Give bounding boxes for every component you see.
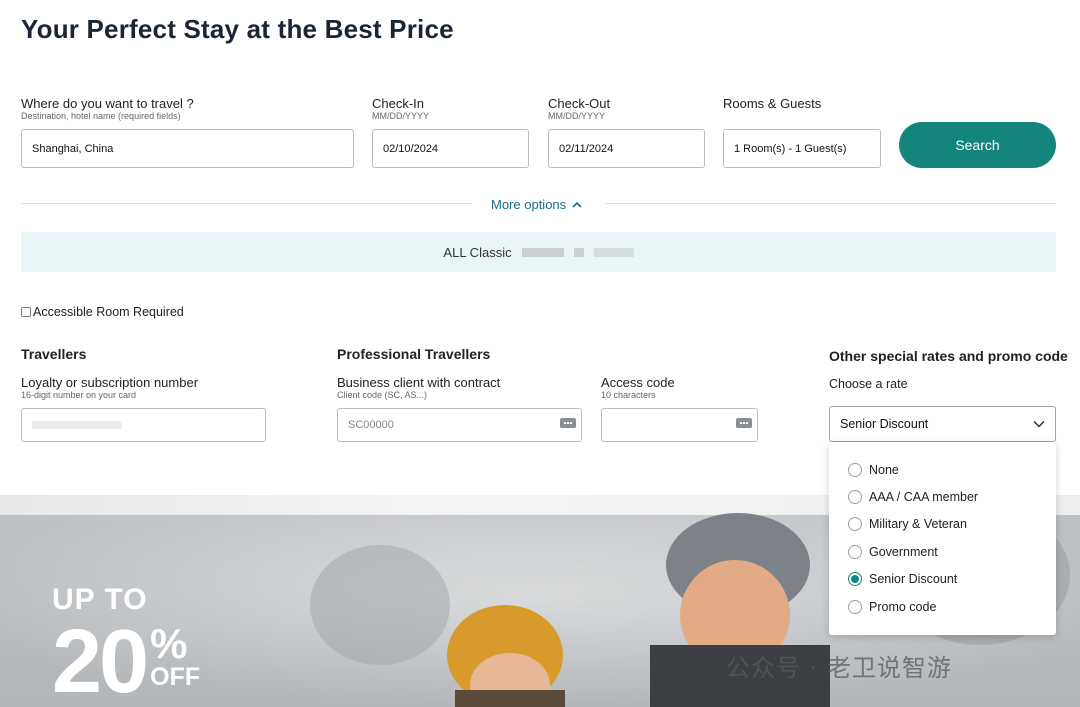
rate-option-senior[interactable]: Senior Discount [829, 566, 1056, 593]
loyalty-label: Loyalty or subscription number [21, 375, 199, 390]
business-client-sublabel: Client code (SC, AS...) [337, 390, 428, 400]
rate-option-government[interactable]: Government [829, 538, 1056, 565]
page-title: Your Perfect Stay at the Best Price [21, 14, 454, 44]
radio-button-checked[interactable] [848, 572, 862, 587]
classic-label: ALL Classic [443, 244, 512, 260]
redacted-text [521, 247, 564, 257]
checkout-sublabel: MM/DD/YYYY [548, 111, 606, 121]
loyalty-sublabel: 16-digit number on your card [21, 390, 137, 400]
destination-label: Where do you want to travel ? [21, 96, 194, 111]
rate-option-label: Promo code [869, 599, 937, 614]
redacted-text [32, 421, 122, 429]
checkout-date-input[interactable]: 02/11/2024 [548, 129, 705, 168]
checkbox[interactable] [21, 307, 31, 317]
more-options-toggle[interactable]: More options [491, 197, 582, 212]
destination-sublabel: Destination, hotel name (required fields… [21, 111, 181, 121]
rate-option-none[interactable]: None [829, 456, 1056, 483]
promo-text: UP TO 20 % OFF [52, 583, 200, 707]
business-client-label: Business client with contract [337, 375, 501, 390]
travellers-heading: Travellers [21, 346, 87, 362]
radio-button[interactable] [848, 462, 862, 477]
rate-select[interactable]: Senior Discount [829, 406, 1056, 442]
rate-option-promo-code[interactable]: Promo code [829, 593, 1056, 620]
divider-right [605, 203, 1056, 204]
rate-option-label: Military & Veteran [869, 517, 967, 532]
rate-select-value: Senior Discount [840, 417, 929, 431]
destination-input[interactable]: Shanghai, China [21, 129, 354, 168]
classic-membership-bar: ALL Classic [21, 232, 1056, 272]
loyalty-number-input[interactable] [21, 408, 266, 442]
radio-button[interactable] [848, 517, 862, 532]
watermark: 公众号 · 老卫说智游 [726, 654, 952, 682]
rate-option-label: None [869, 462, 899, 477]
redacted-text [573, 247, 584, 257]
chevron-up-icon [572, 201, 582, 208]
checkin-label: Check-In [372, 96, 425, 111]
rooms-guests-input[interactable]: 1 Room(s) - 1 Guest(s) [723, 129, 881, 168]
radio-button[interactable] [848, 599, 862, 614]
rate-option-label: AAA / CAA member [869, 490, 979, 505]
access-code-sublabel: 10 characters [601, 390, 656, 400]
business-client-input[interactable]: SC00000 [337, 408, 582, 442]
chevron-down-icon [1033, 420, 1045, 428]
business-client-placeholder: SC00000 [348, 419, 394, 431]
rate-option-aaa[interactable]: AAA / CAA member [829, 483, 1056, 510]
accessible-room-label: Accessible Room Required [33, 305, 184, 319]
keyboard-icon [560, 418, 576, 428]
radio-button[interactable] [848, 544, 862, 559]
promo-off: OFF [150, 663, 201, 691]
divider-left [21, 203, 472, 204]
radio-button[interactable] [848, 490, 862, 505]
access-code-input[interactable] [601, 408, 758, 442]
keyboard-icon [736, 418, 752, 428]
rate-option-military[interactable]: Military & Veteran [829, 511, 1056, 538]
rate-option-label: Government [869, 544, 938, 559]
rate-option-label: Senior Discount [869, 572, 958, 587]
rate-dropdown-menu: None AAA / CAA member Military & Veteran… [829, 442, 1056, 635]
checkin-sublabel: MM/DD/YYYY [372, 111, 430, 121]
rooms-guests-label: Rooms & Guests [723, 96, 822, 111]
special-rates-heading: Other special rates and promo code [829, 348, 1068, 364]
promo-percent-sign: % [150, 620, 188, 667]
professional-travellers-heading: Professional Travellers [337, 346, 491, 362]
more-options-label: More options [491, 197, 567, 212]
promo-percent: 20 [52, 612, 149, 707]
redacted-text [593, 247, 634, 257]
access-code-label: Access code [601, 375, 675, 390]
choose-rate-label: Choose a rate [829, 377, 908, 391]
accessible-room-checkbox[interactable]: Accessible Room Required [21, 305, 184, 319]
checkin-date-input[interactable]: 02/10/2024 [372, 129, 529, 168]
checkout-label: Check-Out [548, 96, 611, 111]
search-button[interactable]: Search [899, 122, 1056, 168]
